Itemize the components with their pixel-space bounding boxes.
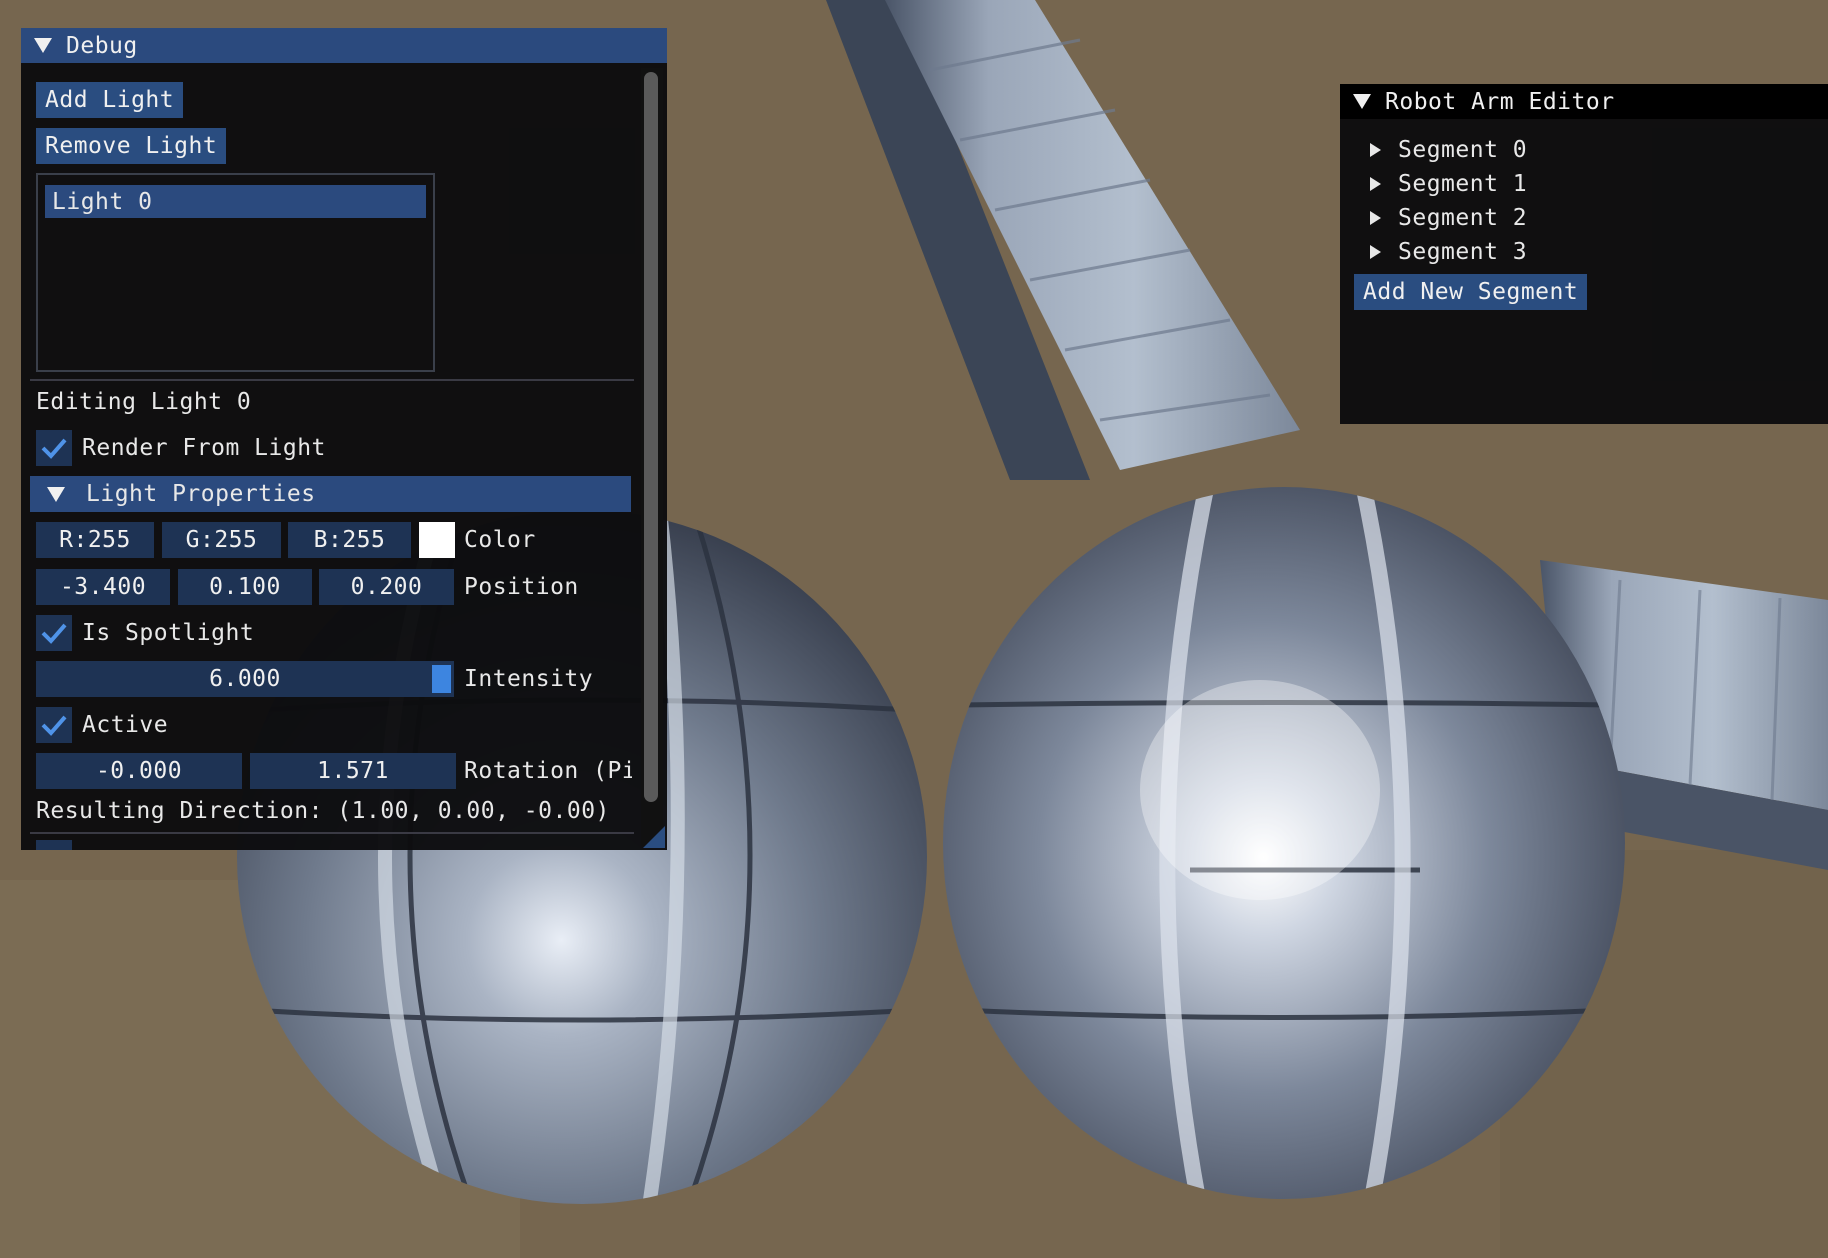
position-z-field[interactable]: 0.200 [319, 569, 454, 605]
render-from-light-label: Render From Light [82, 435, 326, 461]
color-swatch[interactable] [419, 522, 455, 558]
scrollbar-thumb[interactable] [644, 72, 658, 802]
tree-node-segment-0[interactable]: Segment 0 [1370, 132, 1527, 168]
intensity-value: 6.000 [209, 666, 281, 692]
active-label: Active [82, 712, 169, 738]
collapse-triangle-icon[interactable] [34, 38, 52, 53]
position-label: Position [464, 574, 579, 600]
resize-grip-icon[interactable] [643, 826, 665, 848]
intensity-label: Intensity [464, 666, 594, 692]
color-b-field[interactable]: B:255 [288, 522, 411, 558]
is-spotlight-label: Is Spotlight [82, 620, 255, 646]
robot-arm-editor-window[interactable]: Robot Arm Editor Segment 0 Segment 1 Seg… [1340, 84, 1828, 424]
position-x-field[interactable]: -3.400 [36, 569, 170, 605]
tree-expand-arrow-icon[interactable] [1370, 177, 1381, 191]
robot-arm-editor-titlebar[interactable]: Robot Arm Editor [1340, 84, 1828, 119]
color-g-field[interactable]: G:255 [162, 522, 281, 558]
segment-label: Segment 3 [1398, 239, 1528, 265]
light-list-item[interactable]: Light 0 [45, 185, 426, 218]
editing-light-label: Editing Light 0 [36, 389, 252, 415]
render-from-light-checkbox[interactable] [36, 430, 72, 466]
is-spotlight-checkbox[interactable] [36, 615, 72, 651]
segment-label: Segment 0 [1398, 137, 1528, 163]
light-properties-title: Light Properties [86, 481, 316, 507]
robot-arm-editor-title: Robot Arm Editor [1385, 88, 1615, 115]
separator [30, 379, 634, 381]
light-properties-header[interactable]: Light Properties [30, 476, 631, 512]
color-label: Color [464, 527, 536, 553]
resulting-direction-text: Resulting Direction: (1.00, 0.00, -0.00) [36, 798, 610, 824]
rotation-a-field[interactable]: -0.000 [36, 753, 242, 789]
tree-node-segment-1[interactable]: Segment 1 [1370, 166, 1527, 202]
checkmark-icon [41, 715, 67, 736]
tree-expand-arrow-icon[interactable] [1370, 245, 1381, 259]
separator [30, 832, 634, 834]
collapse-triangle-icon[interactable] [47, 486, 65, 502]
segment-label: Segment 2 [1398, 205, 1528, 231]
add-new-segment-button[interactable]: Add New Segment [1354, 274, 1588, 310]
rotation-label: Rotation (Pi [464, 758, 632, 784]
debug-window-titlebar[interactable]: Debug [21, 28, 667, 63]
intensity-slider[interactable]: 6.000 [36, 661, 454, 697]
tree-expand-arrow-icon[interactable] [1370, 211, 1381, 225]
clipped-item [36, 840, 72, 850]
viewport[interactable]: Debug Add Light Remove Light Light 0 Edi… [0, 0, 1828, 1258]
light-list-item-label: Light 0 [52, 188, 153, 215]
add-light-button[interactable]: Add Light [36, 82, 184, 118]
intensity-slider-grab[interactable] [432, 665, 451, 693]
remove-light-button[interactable]: Remove Light [36, 128, 227, 164]
debug-window[interactable]: Debug Add Light Remove Light Light 0 Edi… [21, 28, 667, 850]
checkmark-icon [41, 623, 67, 644]
segment-label: Segment 1 [1398, 171, 1528, 197]
debug-window-title: Debug [66, 32, 138, 59]
collapse-triangle-icon[interactable] [1353, 94, 1371, 109]
light-listbox[interactable]: Light 0 [36, 173, 435, 372]
tree-node-segment-3[interactable]: Segment 3 [1370, 234, 1527, 270]
tree-expand-arrow-icon[interactable] [1370, 143, 1381, 157]
rotation-b-field[interactable]: 1.571 [250, 753, 456, 789]
position-y-field[interactable]: 0.100 [178, 569, 312, 605]
tree-node-segment-2[interactable]: Segment 2 [1370, 200, 1527, 236]
active-checkbox[interactable] [36, 707, 72, 743]
checkmark-icon [41, 438, 67, 459]
color-r-field[interactable]: R:255 [36, 522, 154, 558]
